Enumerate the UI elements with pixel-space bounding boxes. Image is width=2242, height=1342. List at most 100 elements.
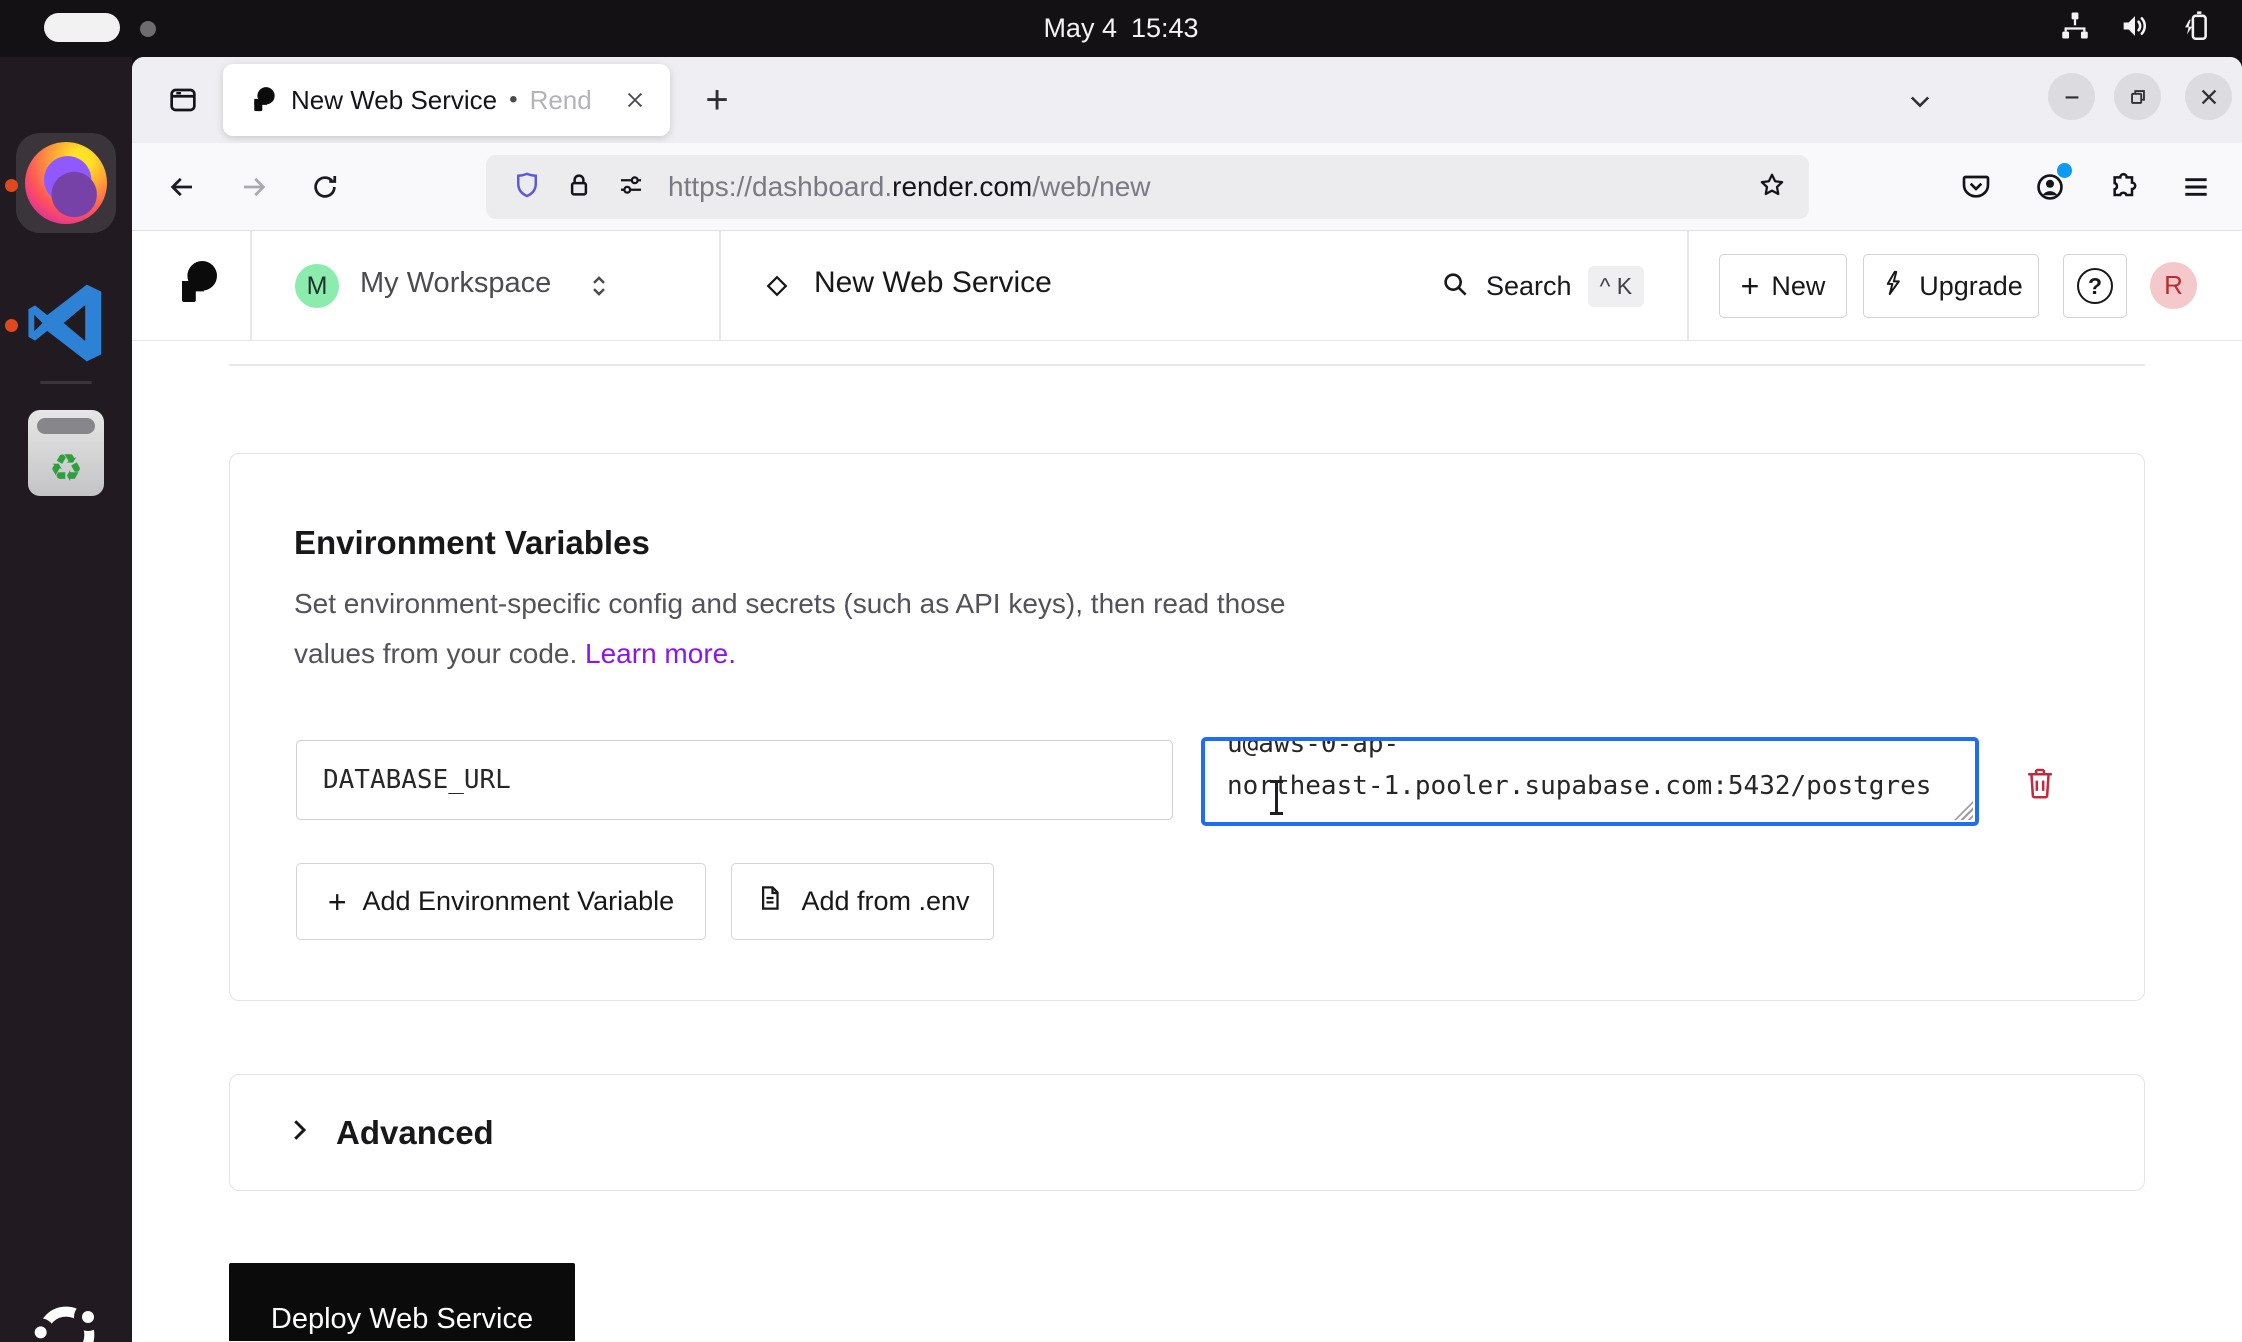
- ubuntu-dock: ♻: [0, 57, 132, 1342]
- screen: May 4 15:43 ♻: [0, 0, 2242, 1342]
- env-key-value: DATABASE_URL: [323, 765, 511, 795]
- bookmark-star-icon[interactable]: [1757, 170, 1787, 205]
- section-description-line1: Set environment-specific config and secr…: [294, 588, 1285, 620]
- page-title: New Web Service: [814, 266, 1052, 300]
- env-value-textarea[interactable]: u@aws-0-ap- northeast-1.pooler.supabase.…: [1201, 737, 1979, 826]
- tab-site-hint: Rend: [530, 85, 592, 116]
- url-path: /web/new: [1032, 171, 1150, 202]
- tab-close-icon[interactable]: [618, 83, 652, 117]
- firefox-window: New Web Service • Rend +: [132, 57, 2242, 1342]
- dock-firefox-button[interactable]: [16, 133, 116, 233]
- reload-icon[interactable]: [299, 161, 351, 213]
- url-domain: render.com: [892, 171, 1032, 202]
- hamburger-menu-icon[interactable]: [2172, 163, 2220, 211]
- plus-icon: +: [1741, 270, 1760, 302]
- header-divider: [250, 231, 252, 341]
- advanced-section[interactable]: Advanced: [229, 1074, 2145, 1191]
- list-all-tabs-chevron-icon[interactable]: [1900, 81, 1940, 121]
- service-diamond-icon: [762, 271, 792, 301]
- add-from-env-label: Add from .env: [801, 886, 969, 917]
- volume-icon: [2118, 9, 2152, 48]
- workspace-initial: M: [307, 272, 328, 301]
- environment-variables-card: Environment Variables Set environment-sp…: [229, 453, 2145, 1001]
- search-icon: [1440, 269, 1470, 304]
- permissions-icon[interactable]: [616, 170, 646, 205]
- pocket-icon[interactable]: [1952, 163, 2000, 211]
- ubuntu-logo-icon[interactable]: [26, 1295, 106, 1342]
- workspace-name[interactable]: My Workspace: [360, 267, 551, 300]
- recycle-icon: ♻: [49, 450, 83, 488]
- window-close-button[interactable]: [2185, 73, 2232, 120]
- advanced-title: Advanced: [336, 1114, 494, 1152]
- plus-icon: +: [705, 78, 728, 123]
- section-title: Environment Variables: [294, 524, 650, 562]
- search-shortcut: ^ K: [1588, 266, 1645, 307]
- lock-icon[interactable]: [564, 170, 594, 205]
- chevron-right-icon: [284, 1115, 314, 1150]
- add-from-env-button[interactable]: Add from .env: [731, 863, 994, 940]
- new-button[interactable]: + New: [1719, 254, 1847, 318]
- dock-trash-button[interactable]: ♻: [28, 410, 104, 496]
- lightning-icon: [1879, 269, 1907, 304]
- render-logo-icon[interactable]: [173, 259, 221, 311]
- system-tray[interactable]: [2058, 0, 2212, 57]
- user-avatar[interactable]: R: [2150, 262, 2197, 309]
- account-notification-dot: [2057, 163, 2072, 178]
- env-key-input[interactable]: DATABASE_URL: [296, 740, 1173, 820]
- system-clock[interactable]: May 4 15:43: [0, 0, 2242, 57]
- window-maximize-button[interactable]: [2114, 73, 2161, 120]
- dashboard-header: M My Workspace New Web Service Search ^ …: [132, 231, 2242, 341]
- upgrade-button-label: Upgrade: [1919, 271, 2023, 302]
- document-icon: [755, 883, 785, 920]
- window-minimize-button[interactable]: [2048, 73, 2095, 120]
- extensions-icon[interactable]: [2100, 163, 2148, 211]
- browser-toolbar: https://dashboard.render.com/web/new: [132, 143, 2242, 231]
- render-favicon-icon: [249, 86, 277, 114]
- desc-text: values from your code.: [294, 638, 577, 669]
- dock-vscode-button[interactable]: [16, 275, 116, 375]
- vscode-running-dot: [5, 319, 18, 332]
- workspace-avatar[interactable]: M: [295, 264, 339, 308]
- help-icon: ?: [2077, 268, 2113, 304]
- workspace-selector-icon[interactable]: [584, 271, 614, 301]
- shield-icon[interactable]: [512, 170, 542, 205]
- back-icon[interactable]: [156, 161, 208, 213]
- url-text[interactable]: https://dashboard.render.com/web/new: [668, 171, 1151, 203]
- delete-variable-trash-icon[interactable]: [2021, 764, 2059, 802]
- system-top-bar: May 4 15:43: [0, 0, 2242, 57]
- header-divider: [1687, 231, 1689, 341]
- dock-divider: [40, 381, 92, 384]
- section-description-line2: values from your code. Learn more.: [294, 638, 736, 670]
- firefox-view-icon[interactable]: [158, 75, 208, 125]
- forward-icon[interactable]: [228, 161, 280, 213]
- plus-icon: +: [328, 886, 347, 918]
- user-initial: R: [2164, 270, 2183, 301]
- env-value-line2: northeast-1.pooler.supabase.com:5432/pos…: [1227, 765, 1953, 807]
- env-value-text: u@aws-0-ap- northeast-1.pooler.supabase.…: [1205, 737, 1975, 807]
- help-button[interactable]: ?: [2063, 254, 2127, 318]
- previous-card-bottom-edge: [229, 364, 2145, 366]
- firefox-running-dot: [5, 179, 18, 192]
- new-tab-button[interactable]: +: [692, 75, 742, 125]
- learn-more-link[interactable]: Learn more.: [585, 638, 736, 669]
- clock-time: 15:43: [1131, 13, 1199, 44]
- deploy-web-service-button[interactable]: Deploy Web Service: [229, 1263, 575, 1341]
- search-button[interactable]: Search ^ K: [1440, 231, 1644, 341]
- tab-strip: New Web Service • Rend +: [132, 57, 2242, 143]
- clock-date: May 4: [1043, 13, 1117, 44]
- firefox-icon: [25, 142, 107, 224]
- tab-separator: •: [509, 86, 517, 114]
- trash-lid: [37, 418, 95, 434]
- text-cursor-pointer: [1275, 782, 1278, 813]
- add-environment-variable-button[interactable]: + Add Environment Variable: [296, 863, 706, 940]
- header-divider: [719, 231, 721, 341]
- deploy-label: Deploy Web Service: [271, 1303, 533, 1336]
- add-variable-label: Add Environment Variable: [363, 886, 675, 917]
- upgrade-button[interactable]: Upgrade: [1863, 254, 2039, 318]
- browser-tab[interactable]: New Web Service • Rend: [223, 64, 670, 136]
- url-bar[interactable]: https://dashboard.render.com/web/new: [486, 155, 1809, 219]
- vscode-icon: [19, 276, 113, 375]
- account-icon[interactable]: [2026, 163, 2074, 211]
- battery-icon: [2178, 9, 2212, 48]
- render-dashboard: M My Workspace New Web Service Search ^ …: [132, 231, 2242, 1341]
